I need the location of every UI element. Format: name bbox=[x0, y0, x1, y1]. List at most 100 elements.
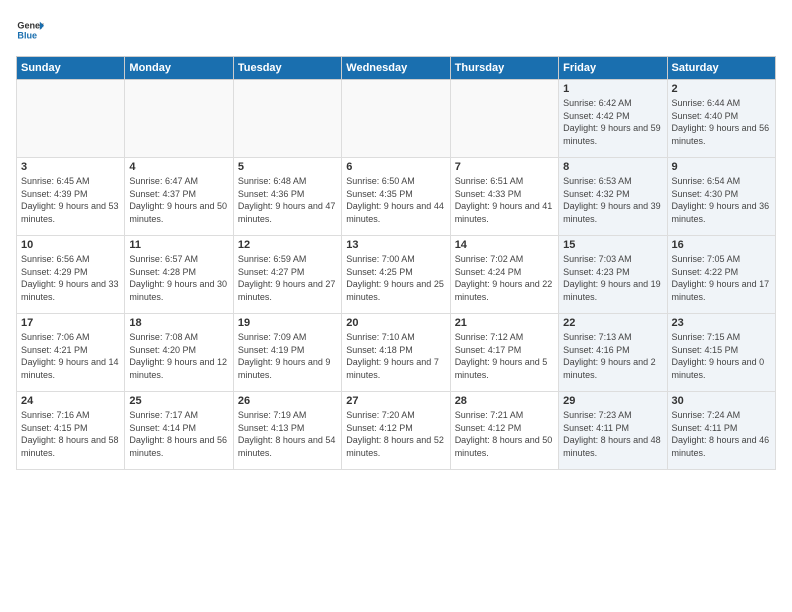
day-number: 28 bbox=[455, 395, 554, 407]
day-number: 6 bbox=[346, 161, 445, 173]
day-info: Sunrise: 7:13 AM Sunset: 4:16 PM Dayligh… bbox=[563, 331, 662, 381]
day-number: 29 bbox=[563, 395, 662, 407]
day-info: Sunrise: 6:44 AM Sunset: 4:40 PM Dayligh… bbox=[672, 97, 771, 147]
day-info: Sunrise: 7:24 AM Sunset: 4:11 PM Dayligh… bbox=[672, 409, 771, 459]
day-number: 24 bbox=[21, 395, 120, 407]
day-number: 13 bbox=[346, 239, 445, 251]
week-row-5: 24 Sunrise: 7:16 AM Sunset: 4:15 PM Dayli… bbox=[17, 392, 776, 470]
day-cell bbox=[125, 80, 233, 158]
day-number: 27 bbox=[346, 395, 445, 407]
week-row-1: 1 Sunrise: 6:42 AM Sunset: 4:42 PM Daylig… bbox=[17, 80, 776, 158]
day-number: 2 bbox=[672, 83, 771, 95]
day-cell: 5 Sunrise: 6:48 AM Sunset: 4:36 PM Daylig… bbox=[233, 158, 341, 236]
day-info: Sunrise: 6:47 AM Sunset: 4:37 PM Dayligh… bbox=[129, 175, 228, 225]
day-cell: 3 Sunrise: 6:45 AM Sunset: 4:39 PM Daylig… bbox=[17, 158, 125, 236]
day-number: 18 bbox=[129, 317, 228, 329]
day-number: 10 bbox=[21, 239, 120, 251]
calendar-table: SundayMondayTuesdayWednesdayThursdayFrid… bbox=[16, 56, 776, 470]
col-header-wednesday: Wednesday bbox=[342, 57, 450, 80]
header: General Blue bbox=[16, 16, 776, 44]
day-number: 17 bbox=[21, 317, 120, 329]
day-cell: 26 Sunrise: 7:19 AM Sunset: 4:13 PM Dayli… bbox=[233, 392, 341, 470]
col-header-tuesday: Tuesday bbox=[233, 57, 341, 80]
day-number: 14 bbox=[455, 239, 554, 251]
day-cell: 25Sunrise: 7:17 AM Sunset: 4:14 PM Dayli… bbox=[125, 392, 233, 470]
day-info: Sunrise: 7:03 AM Sunset: 4:23 PM Dayligh… bbox=[563, 253, 662, 303]
day-cell bbox=[17, 80, 125, 158]
day-info: Sunrise: 6:51 AM Sunset: 4:33 PM Dayligh… bbox=[455, 175, 554, 225]
day-info: Sunrise: 7:02 AM Sunset: 4:24 PM Dayligh… bbox=[455, 253, 554, 303]
day-cell bbox=[233, 80, 341, 158]
day-info: Sunrise: 6:48 AM Sunset: 4:36 PM Dayligh… bbox=[238, 175, 337, 225]
page-container: General Blue SundayMondayTuesdayWednesda… bbox=[0, 0, 792, 478]
day-info: Sunrise: 6:57 AM Sunset: 4:28 PM Dayligh… bbox=[129, 253, 228, 303]
day-info: Sunrise: 7:10 AM Sunset: 4:18 PM Dayligh… bbox=[346, 331, 445, 381]
day-number: 26 bbox=[238, 395, 337, 407]
day-info: Sunrise: 6:45 AM Sunset: 4:39 PM Dayligh… bbox=[21, 175, 120, 225]
day-info: Sunrise: 6:50 AM Sunset: 4:35 PM Dayligh… bbox=[346, 175, 445, 225]
day-number: 5 bbox=[238, 161, 337, 173]
day-cell: 24 Sunrise: 7:16 AM Sunset: 4:15 PM Dayli… bbox=[17, 392, 125, 470]
day-number: 15 bbox=[563, 239, 662, 251]
day-number: 25 bbox=[129, 395, 228, 407]
day-number: 21 bbox=[455, 317, 554, 329]
logo: General Blue bbox=[16, 16, 44, 44]
day-cell: 8 Sunrise: 6:53 AM Sunset: 4:32 PM Daylig… bbox=[559, 158, 667, 236]
day-number: 22 bbox=[563, 317, 662, 329]
day-number: 4 bbox=[129, 161, 228, 173]
day-cell: 16 Sunrise: 7:05 AM Sunset: 4:22 PM Dayli… bbox=[667, 236, 775, 314]
day-cell: 9 Sunrise: 6:54 AM Sunset: 4:30 PM Daylig… bbox=[667, 158, 775, 236]
day-cell: 17 Sunrise: 7:06 AM Sunset: 4:21 PM Dayli… bbox=[17, 314, 125, 392]
day-info: Sunrise: 7:23 AM Sunset: 4:11 PM Dayligh… bbox=[563, 409, 662, 459]
day-cell: 29 Sunrise: 7:23 AM Sunset: 4:11 PM Dayli… bbox=[559, 392, 667, 470]
day-number: 16 bbox=[672, 239, 771, 251]
day-cell: 30 Sunrise: 7:24 AM Sunset: 4:11 PM Dayli… bbox=[667, 392, 775, 470]
day-info: Sunrise: 7:09 AM Sunset: 4:19 PM Dayligh… bbox=[238, 331, 337, 381]
day-number: 11 bbox=[129, 239, 228, 251]
day-info: Sunrise: 6:56 AM Sunset: 4:29 PM Dayligh… bbox=[21, 253, 120, 303]
day-info: Sunrise: 6:54 AM Sunset: 4:30 PM Dayligh… bbox=[672, 175, 771, 225]
day-cell: 4 Sunrise: 6:47 AM Sunset: 4:37 PM Daylig… bbox=[125, 158, 233, 236]
day-info: Sunrise: 6:53 AM Sunset: 4:32 PM Dayligh… bbox=[563, 175, 662, 225]
day-info: Sunrise: 7:05 AM Sunset: 4:22 PM Dayligh… bbox=[672, 253, 771, 303]
day-cell: 15 Sunrise: 7:03 AM Sunset: 4:23 PM Dayli… bbox=[559, 236, 667, 314]
day-info: Sunrise: 6:42 AM Sunset: 4:42 PM Dayligh… bbox=[563, 97, 662, 147]
day-cell: 18 Sunrise: 7:08 AM Sunset: 4:20 PM Dayli… bbox=[125, 314, 233, 392]
day-info: Sunrise: 7:15 AM Sunset: 4:15 PM Dayligh… bbox=[672, 331, 771, 381]
day-cell bbox=[342, 80, 450, 158]
day-cell: 6 Sunrise: 6:50 AM Sunset: 4:35 PM Daylig… bbox=[342, 158, 450, 236]
day-number: 3 bbox=[21, 161, 120, 173]
day-number: 7 bbox=[455, 161, 554, 173]
day-cell: 27 Sunrise: 7:20 AM Sunset: 4:12 PM Dayli… bbox=[342, 392, 450, 470]
day-number: 9 bbox=[672, 161, 771, 173]
svg-text:Blue: Blue bbox=[17, 30, 37, 40]
col-header-saturday: Saturday bbox=[667, 57, 775, 80]
day-info: Sunrise: 7:16 AM Sunset: 4:15 PM Dayligh… bbox=[21, 409, 120, 459]
day-cell: 11 Sunrise: 6:57 AM Sunset: 4:28 PM Dayli… bbox=[125, 236, 233, 314]
day-cell: 20Sunrise: 7:10 AM Sunset: 4:18 PM Dayli… bbox=[342, 314, 450, 392]
day-number: 1 bbox=[563, 83, 662, 95]
week-row-2: 3 Sunrise: 6:45 AM Sunset: 4:39 PM Daylig… bbox=[17, 158, 776, 236]
day-cell: 19 Sunrise: 7:09 AM Sunset: 4:19 PM Dayli… bbox=[233, 314, 341, 392]
col-header-monday: Monday bbox=[125, 57, 233, 80]
day-info: Sunrise: 7:19 AM Sunset: 4:13 PM Dayligh… bbox=[238, 409, 337, 459]
day-number: 19 bbox=[238, 317, 337, 329]
day-cell: 13 Sunrise: 7:00 AM Sunset: 4:25 PM Dayli… bbox=[342, 236, 450, 314]
day-cell: 28 Sunrise: 7:21 AM Sunset: 4:12 PM Dayli… bbox=[450, 392, 558, 470]
day-info: Sunrise: 7:08 AM Sunset: 4:20 PM Dayligh… bbox=[129, 331, 228, 381]
day-cell: 22 Sunrise: 7:13 AM Sunset: 4:16 PM Dayli… bbox=[559, 314, 667, 392]
day-info: Sunrise: 7:00 AM Sunset: 4:25 PM Dayligh… bbox=[346, 253, 445, 303]
day-info: Sunrise: 7:21 AM Sunset: 4:12 PM Dayligh… bbox=[455, 409, 554, 459]
day-info: Sunrise: 7:12 AM Sunset: 4:17 PM Dayligh… bbox=[455, 331, 554, 381]
col-header-thursday: Thursday bbox=[450, 57, 558, 80]
day-info: Sunrise: 6:59 AM Sunset: 4:27 PM Dayligh… bbox=[238, 253, 337, 303]
day-number: 12 bbox=[238, 239, 337, 251]
day-number: 8 bbox=[563, 161, 662, 173]
day-info: Sunrise: 7:20 AM Sunset: 4:12 PM Dayligh… bbox=[346, 409, 445, 459]
day-cell: 10 Sunrise: 6:56 AM Sunset: 4:29 PM Dayli… bbox=[17, 236, 125, 314]
day-number: 30 bbox=[672, 395, 771, 407]
week-row-4: 17 Sunrise: 7:06 AM Sunset: 4:21 PM Dayli… bbox=[17, 314, 776, 392]
day-info: Sunrise: 7:06 AM Sunset: 4:21 PM Dayligh… bbox=[21, 331, 120, 381]
logo-icon: General Blue bbox=[16, 16, 44, 44]
day-cell: 1 Sunrise: 6:42 AM Sunset: 4:42 PM Daylig… bbox=[559, 80, 667, 158]
